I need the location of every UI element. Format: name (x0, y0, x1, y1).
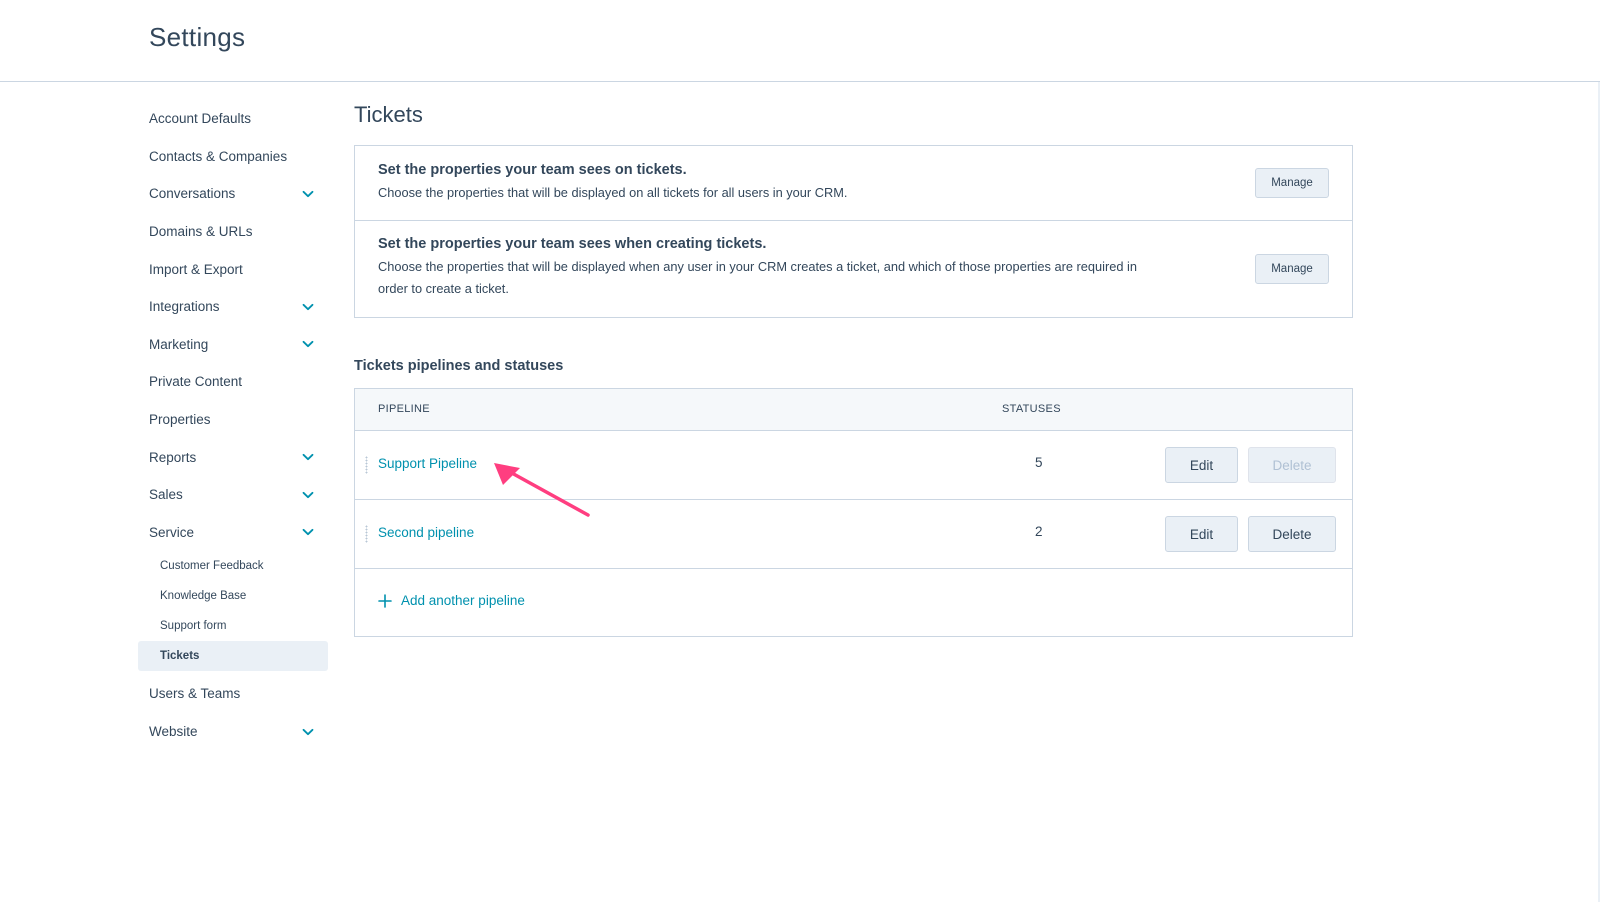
sidebar-item-label: Integrations (149, 299, 220, 315)
column-header-statuses: STATUSES (1002, 403, 1061, 415)
sidebar-subitem-customer-feedback[interactable]: Customer Feedback (138, 551, 328, 581)
sidebar-item-label: Reports (149, 449, 197, 465)
sidebar-item-label: Conversations (149, 186, 236, 202)
sidebar-item-label: Properties (149, 412, 211, 428)
sidebar-item-label: Import & Export (149, 261, 243, 277)
ticket-properties-card: Set the properties your team sees on tic… (354, 145, 1353, 318)
property-setting-row: Set the properties your team sees on tic… (355, 146, 1352, 220)
status-count: 5 (1035, 455, 1043, 470)
drag-handle-icon[interactable] (365, 525, 368, 543)
add-pipeline-row: Add another pipeline (355, 569, 1352, 636)
chevron-down-icon[interactable] (302, 301, 314, 313)
sidebar-item-service[interactable]: Service (138, 514, 328, 552)
property-setting-heading: Set the properties your team sees when c… (378, 236, 767, 252)
section-title: Tickets (354, 102, 423, 127)
chevron-down-icon[interactable] (302, 188, 314, 200)
page-title: Settings (149, 22, 246, 52)
sidebar-item-contacts-companies[interactable]: Contacts & Companies (138, 138, 328, 176)
chevron-down-icon[interactable] (302, 526, 314, 538)
manage-button[interactable]: Manage (1255, 254, 1329, 284)
sidebar-item-website[interactable]: Website (138, 713, 328, 751)
manage-button[interactable]: Manage (1255, 168, 1329, 198)
sidebar-item-reports[interactable]: Reports (138, 438, 328, 476)
property-setting-description: Choose the properties that will be displ… (378, 185, 848, 200)
sidebar-item-import-export[interactable]: Import & Export (138, 250, 328, 288)
sidebar-item-integrations[interactable]: Integrations (138, 288, 328, 326)
plus-icon (378, 593, 392, 608)
sidebar-item-sales[interactable]: Sales (138, 476, 328, 514)
top-bar: Settings (0, 0, 1600, 82)
delete-button[interactable]: Delete (1248, 516, 1336, 552)
sidebar-item-label: Users & Teams (149, 686, 241, 702)
sidebar-item-label: Sales (149, 487, 183, 503)
table-header: PIPELINE STATUSES (355, 389, 1352, 431)
status-count: 2 (1035, 524, 1043, 539)
pipeline-link[interactable]: Support Pipeline (378, 456, 477, 471)
sidebar-item-label: Website (149, 724, 198, 740)
delete-button[interactable]: Delete (1248, 447, 1336, 483)
chevron-down-icon[interactable] (302, 451, 314, 463)
chevron-down-icon[interactable] (302, 489, 314, 501)
settings-sidebar: Account Defaults Contacts & Companies Co… (138, 100, 328, 750)
sidebar-item-users-teams[interactable]: Users & Teams (138, 675, 328, 713)
property-setting-heading: Set the properties your team sees on tic… (378, 162, 687, 178)
sidebar-item-label: Account Defaults (149, 111, 252, 127)
chevron-down-icon[interactable] (302, 338, 314, 350)
chevron-down-icon[interactable] (302, 726, 314, 738)
pipeline-link[interactable]: Second pipeline (378, 525, 474, 540)
sidebar-item-label: Domains & URLs (149, 224, 253, 240)
property-setting-description: Choose the properties that will be displ… (378, 259, 1137, 296)
sidebar-item-properties[interactable]: Properties (138, 401, 328, 439)
edit-button[interactable]: Edit (1165, 516, 1238, 552)
drag-handle-icon[interactable] (365, 456, 368, 474)
sidebar-item-label: Private Content (149, 374, 243, 390)
sidebar-subitem-tickets[interactable]: Tickets (138, 641, 328, 672)
edit-button[interactable]: Edit (1165, 447, 1238, 483)
sidebar-item-private-content[interactable]: Private Content (138, 363, 328, 401)
main-content: Tickets Set the properties your team see… (354, 100, 1354, 637)
add-pipeline-label: Add another pipeline (401, 593, 525, 608)
sidebar-item-marketing[interactable]: Marketing (138, 326, 328, 364)
arrow-pointer-icon (494, 463, 590, 517)
sidebar-item-account-defaults[interactable]: Account Defaults (138, 100, 328, 138)
pipelines-heading: Tickets pipelines and statuses (354, 358, 564, 374)
sidebar-item-domains-urls[interactable]: Domains & URLs (138, 213, 328, 251)
property-setting-row: Set the properties your team sees when c… (355, 220, 1352, 317)
sidebar-subitem-support-form[interactable]: Support form (138, 611, 328, 641)
sidebar-item-label: Marketing (149, 336, 209, 352)
sidebar-item-conversations[interactable]: Conversations (138, 175, 328, 213)
sidebar-item-label: Contacts & Companies (149, 148, 288, 164)
column-header-pipeline: PIPELINE (378, 403, 430, 415)
sidebar-item-label: Service (149, 524, 195, 540)
add-pipeline-button[interactable]: Add another pipeline (378, 593, 525, 608)
sidebar-subitem-knowledge-base[interactable]: Knowledge Base (138, 581, 328, 611)
